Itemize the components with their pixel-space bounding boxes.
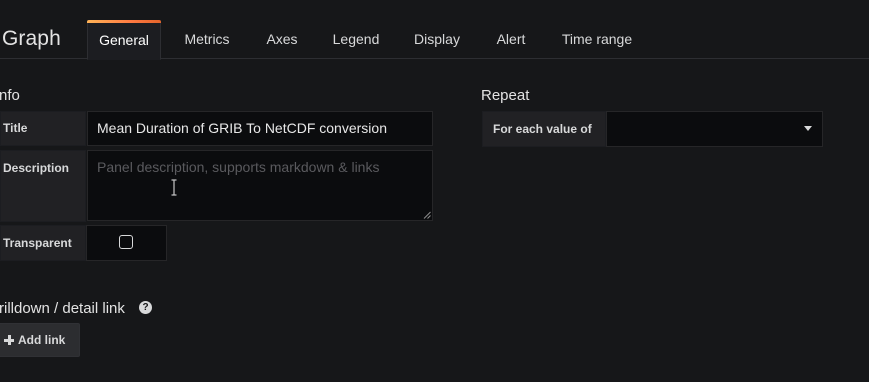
question-circle-icon[interactable]: ? xyxy=(139,301,152,314)
editor-tab-bar: Graph General Metrics Axes Legend Displa… xyxy=(0,0,869,60)
drilldown-section-heading: rilldown / detail link xyxy=(0,300,125,317)
add-link-button[interactable]: Add link xyxy=(0,323,80,357)
for-each-value-label: For each value of xyxy=(482,111,606,147)
description-placeholder: Panel description, supports markdown & l… xyxy=(97,159,380,175)
add-link-label: Add link xyxy=(18,333,66,347)
transparent-checkbox[interactable] xyxy=(119,235,133,249)
tab-alert[interactable]: Alert xyxy=(484,20,538,58)
caret-down-icon xyxy=(804,126,812,131)
resize-grip-icon[interactable] xyxy=(423,211,431,219)
tab-time-range[interactable]: Time range xyxy=(551,20,643,58)
plus-icon xyxy=(4,335,14,345)
tab-general[interactable]: General xyxy=(87,20,161,60)
info-section-heading: nfo xyxy=(0,87,20,104)
title-input[interactable]: Mean Duration of GRIB To NetCDF conversi… xyxy=(87,111,433,146)
description-textarea[interactable]: Panel description, supports markdown & l… xyxy=(87,150,433,221)
description-label: Description xyxy=(0,150,86,222)
panel-editor: Graph General Metrics Axes Legend Displa… xyxy=(0,0,869,382)
tab-axes[interactable]: Axes xyxy=(254,20,310,58)
text-cursor-icon xyxy=(171,179,177,196)
tab-display[interactable]: Display xyxy=(402,20,472,58)
title-label: Title xyxy=(0,111,86,146)
panel-type-title: Graph xyxy=(2,27,61,50)
repeat-variable-select[interactable] xyxy=(606,111,823,147)
repeat-section-heading: Repeat xyxy=(481,87,530,104)
tab-metrics[interactable]: Metrics xyxy=(172,20,242,58)
transparent-label: Transparent xyxy=(0,225,86,261)
tab-legend[interactable]: Legend xyxy=(322,20,390,58)
